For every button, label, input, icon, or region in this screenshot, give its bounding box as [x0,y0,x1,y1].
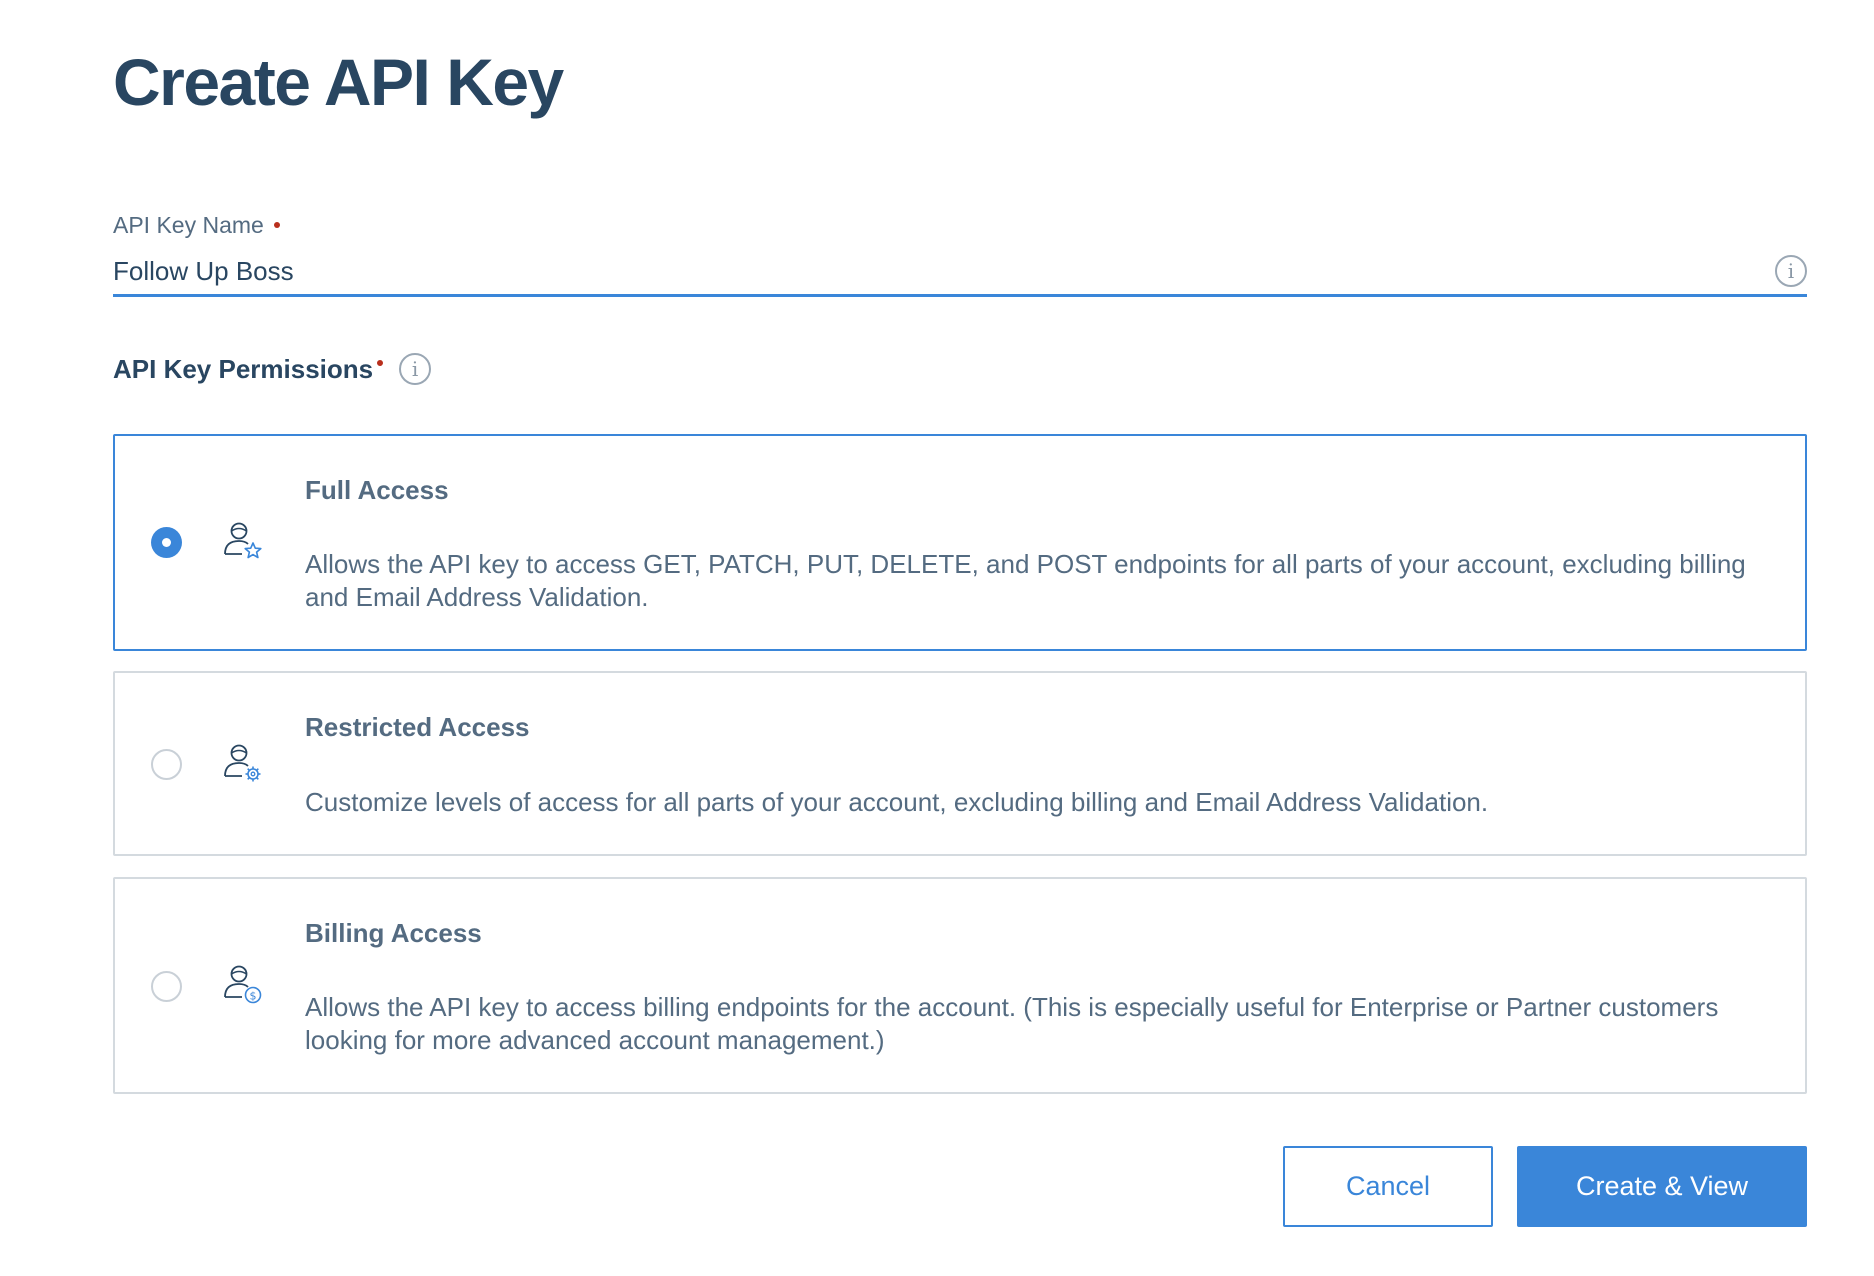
api-key-name-input-row: i [113,251,1807,297]
user-gear-icon [224,744,261,782]
billing-access-radio[interactable] [151,971,182,1002]
permission-option-full-access[interactable]: Full Access Allows the API key to access… [113,434,1807,651]
api-key-name-input[interactable] [113,251,1807,291]
api-key-name-label-row: API Key Name [113,212,1807,239]
permission-option-billing-access[interactable]: $ Billing Access Allows the API key to a… [113,877,1807,1094]
permissions-heading: API Key Permissions i [113,353,432,385]
restricted-access-description: Customize levels of access for all parts… [305,787,1489,817]
billing-access-description: Allows the API key to access billing end… [305,992,1719,1055]
create-and-view-button[interactable]: Create & View [1517,1146,1807,1227]
full-access-title: Full Access [305,475,449,505]
full-access-radio[interactable] [151,527,182,558]
permission-option-restricted-access[interactable]: Restricted Access Customize levels of ac… [113,671,1807,856]
required-indicator [377,360,384,366]
api-key-name-label: API Key Name [113,212,264,238]
restricted-access-title: Restricted Access [305,712,530,742]
info-icon[interactable]: i [1775,255,1807,287]
info-icon[interactable]: i [399,353,432,385]
svg-text:$: $ [250,990,257,1003]
create-api-key-page: Create API Key API Key Name i API Key Pe… [0,0,1874,1276]
restricted-access-radio[interactable] [151,749,182,780]
user-dollar-icon: $ [224,965,262,1004]
required-indicator [273,222,280,228]
permissions-heading-text: API Key Permissions [113,353,374,384]
cancel-button[interactable]: Cancel [1283,1146,1493,1227]
api-key-name-field: API Key Name i [113,212,1807,297]
page-title: Create API Key [113,45,564,119]
billing-access-title: Billing Access [305,918,482,948]
user-star-icon [224,522,262,559]
full-access-description: Allows the API key to access GET, PATCH,… [305,549,1746,612]
